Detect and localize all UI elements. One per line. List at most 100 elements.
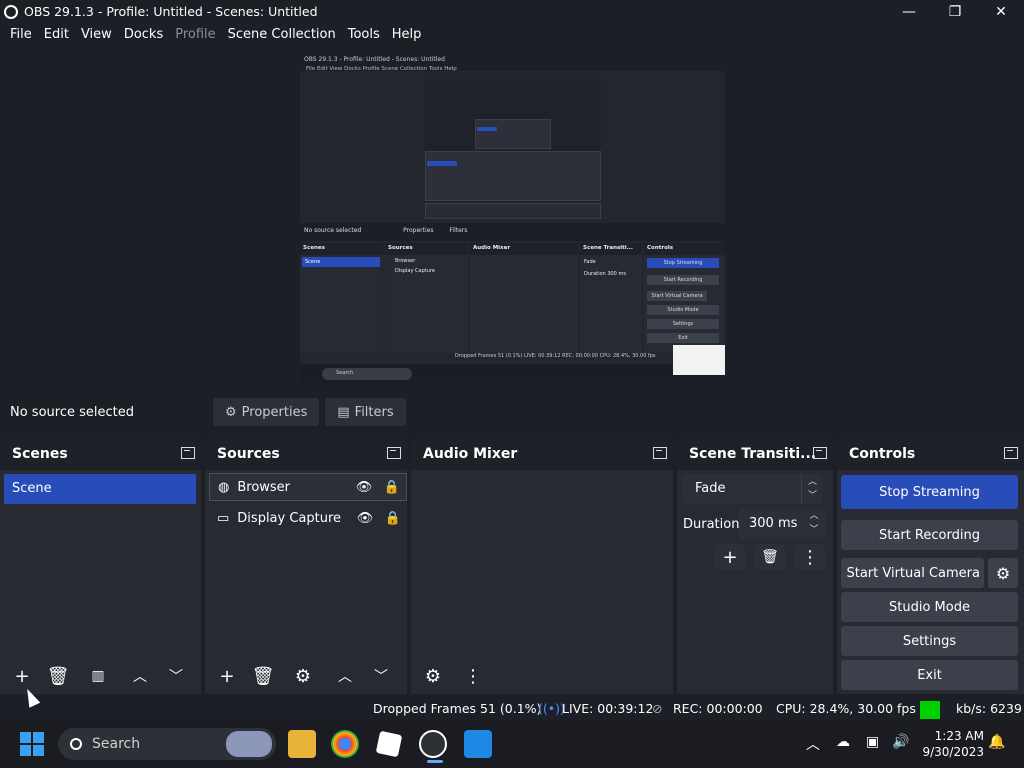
- settings-button[interactable]: Settings: [841, 626, 1018, 656]
- controls-dock: Controls Stop Streaming Start Recording …: [837, 438, 1024, 694]
- volume-icon[interactable]: 🔊: [892, 734, 909, 750]
- preview-canvas[interactable]: OBS 29.1.3 - Profile: Untitled - Scenes:…: [300, 53, 725, 383]
- cpu-usage: CPU: 28.4%, 30.00 fps: [776, 701, 916, 716]
- taskbar-search[interactable]: Search: [58, 728, 276, 760]
- start-virtual-camera-button[interactable]: Start Virtual Camera: [841, 558, 984, 588]
- notification-bell-icon[interactable]: 🔔: [988, 734, 1005, 750]
- menu-help[interactable]: Help: [386, 23, 428, 47]
- chrome-icon[interactable]: [331, 730, 359, 758]
- globe-icon: ◍: [218, 479, 230, 495]
- audio-menu-button[interactable]: ⋮: [455, 663, 491, 689]
- transition-selected-value: Fade: [695, 481, 726, 496]
- onedrive-icon[interactable]: ☁: [836, 734, 850, 750]
- stop-streaming-button[interactable]: Stop Streaming: [841, 475, 1018, 509]
- gears-icon: ⚙: [424, 665, 442, 687]
- transition-select[interactable]: Fade ︿ ﹀: [683, 474, 823, 504]
- menu-bar: File Edit View Docks Profile Scene Colle…: [0, 23, 1024, 47]
- move-source-down-button[interactable]: ﹀: [363, 663, 399, 689]
- sources-dock: Sources ◍ Browser 👁 🔒 ▭ Display Capture …: [205, 438, 407, 694]
- source-item-display-capture[interactable]: ▭ Display Capture 👁 🔒: [209, 504, 407, 532]
- preview-mini-menu: File Edit View Docks Profile Scene Colle…: [306, 66, 457, 72]
- preview-mini-controls-title: Controls: [644, 243, 725, 255]
- connection-health-indicator: [920, 701, 940, 719]
- preview-mini-browser: Browser: [395, 258, 416, 264]
- move-source-up-button[interactable]: ︿: [327, 663, 363, 689]
- scene-filters-button[interactable]: ▥: [80, 663, 116, 689]
- trash-icon: 🗑: [251, 665, 275, 687]
- menu-tools[interactable]: Tools: [342, 23, 386, 47]
- eye-icon[interactable]: 👁: [351, 511, 379, 526]
- sources-dock-title: Sources: [217, 446, 280, 462]
- duration-label: Duration: [683, 517, 740, 532]
- studio-mode-button[interactable]: Studio Mode: [841, 592, 1018, 622]
- preview-mini-studio-mode: Studio Mode: [647, 305, 719, 315]
- lock-icon[interactable]: 🔒: [379, 511, 407, 526]
- minimize-button[interactable]: —: [886, 0, 932, 23]
- audio-mixer-toolbar: ⚙ ⋮: [415, 658, 491, 694]
- lock-icon[interactable]: 🔒: [378, 480, 406, 495]
- remove-source-button[interactable]: 🗑: [245, 663, 281, 689]
- scene-list-item[interactable]: Scene: [4, 474, 196, 504]
- transition-menu-button[interactable]: ⋮: [795, 544, 825, 570]
- scene-transitions-dock-title: Scene Transiti...: [689, 446, 817, 462]
- chevron-up-icon: ︿: [133, 669, 147, 685]
- virtual-camera-settings-button[interactable]: ⚙: [988, 558, 1018, 588]
- menu-edit[interactable]: Edit: [38, 23, 75, 47]
- preview-mini-duration: Duration: [584, 271, 606, 277]
- no-source-label: No source selected: [10, 404, 134, 420]
- spin-arrows-icon[interactable]: ︿ ﹀: [803, 509, 825, 539]
- preview-mini-exit: Exit: [647, 333, 719, 343]
- preview-area[interactable]: OBS 29.1.3 - Profile: Untitled - Scenes:…: [0, 47, 1024, 388]
- add-transition-button[interactable]: +: [715, 544, 745, 570]
- filters-button[interactable]: ▤ Filters: [325, 398, 406, 426]
- clock-date: 9/30/2023: [922, 745, 984, 759]
- remove-scene-button[interactable]: 🗑: [40, 663, 76, 689]
- maximize-button[interactable]: ❐: [932, 0, 978, 23]
- file-explorer-icon[interactable]: [288, 730, 316, 758]
- start-recording-button[interactable]: Start Recording: [841, 520, 1018, 550]
- scene-transitions-dock: Scene Transiti... Fade ︿ ﹀ Duration 300 m…: [677, 438, 833, 694]
- network-icon[interactable]: ▣: [866, 734, 879, 750]
- undock-icon[interactable]: [1004, 447, 1018, 459]
- add-source-button[interactable]: +: [209, 663, 245, 689]
- windows-start-icon[interactable]: [20, 732, 44, 756]
- obs-taskbar-icon[interactable]: [419, 730, 447, 763]
- preview-mini-properties: Properties: [403, 227, 434, 234]
- preview-mini-fade: Fade: [584, 259, 596, 265]
- advanced-audio-button[interactable]: ⚙: [415, 663, 451, 689]
- bitrate: kb/s: 6239: [956, 701, 1022, 716]
- properties-button[interactable]: ⚙ Properties: [213, 398, 320, 426]
- roblox-icon[interactable]: [375, 730, 403, 758]
- exit-button[interactable]: Exit: [841, 660, 1018, 690]
- menu-file[interactable]: File: [4, 23, 38, 47]
- chevron-up-icon[interactable]: ︿: [806, 734, 820, 754]
- preview-mini-no-source: No source selected: [304, 227, 362, 234]
- source-item-browser[interactable]: ◍ Browser 👁 🔒: [209, 473, 407, 501]
- kebab-menu-icon: ⋮: [464, 665, 482, 687]
- preview-mini-taskbar: Search: [300, 364, 725, 383]
- close-button[interactable]: ✕: [978, 0, 1024, 23]
- menu-profile[interactable]: Profile: [169, 23, 221, 47]
- undock-icon[interactable]: [813, 447, 827, 459]
- eye-icon[interactable]: 👁: [350, 480, 378, 495]
- remove-transition-button[interactable]: 🗑: [755, 544, 785, 570]
- move-scene-up-button[interactable]: ︿: [122, 663, 158, 689]
- undock-icon[interactable]: [653, 447, 667, 459]
- undock-icon[interactable]: [387, 447, 401, 459]
- source-properties-button[interactable]: ⚙: [285, 663, 321, 689]
- system-clock[interactable]: 1:23 AM 9/30/2023: [922, 728, 984, 760]
- add-scene-button[interactable]: +: [4, 663, 40, 689]
- preview-mini-display-capture: Display Capture: [395, 268, 435, 274]
- duration-spinbox[interactable]: 300 ms ︿ ﹀: [739, 509, 825, 539]
- move-scene-down-button[interactable]: ﹀: [158, 663, 194, 689]
- notepad-icon[interactable]: [464, 730, 492, 758]
- preview-mini-scenes-title: Scenes: [300, 243, 383, 255]
- menu-view[interactable]: View: [75, 23, 118, 47]
- preview-mini-audio-title: Audio Mixer: [470, 243, 578, 255]
- menu-docks[interactable]: Docks: [118, 23, 169, 47]
- menu-scene-collection[interactable]: Scene Collection: [222, 23, 342, 47]
- obs-logo-icon: [4, 4, 18, 19]
- filter-icon: ▥: [91, 668, 105, 684]
- undock-icon[interactable]: [181, 447, 195, 459]
- windows-taskbar: Search ︿ ☁ ▣ 🔊 1:23 AM 9/30/2023 🔔: [0, 720, 1024, 768]
